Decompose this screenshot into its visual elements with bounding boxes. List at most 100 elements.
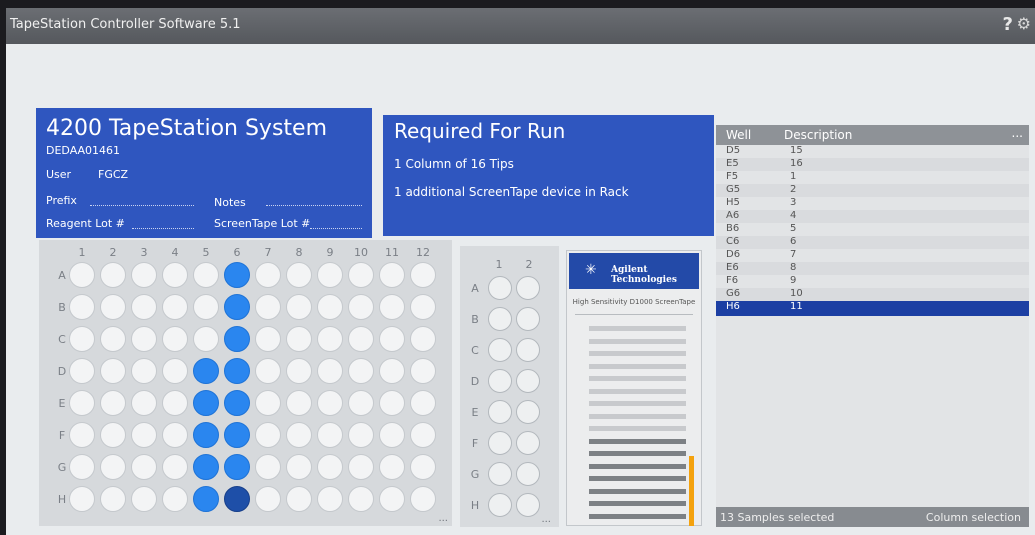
plate-well-g4[interactable] — [162, 454, 188, 480]
plate-well-b5[interactable] — [193, 294, 219, 320]
plate-well-c8[interactable] — [286, 326, 312, 352]
plate-well-f10[interactable] — [348, 422, 374, 448]
plate-well-b4[interactable] — [162, 294, 188, 320]
tip-well-f2[interactable] — [516, 431, 540, 455]
plate-well-d3[interactable] — [131, 358, 157, 384]
sample-row[interactable]: F6 9 — [716, 275, 1029, 288]
plate-well-e8[interactable] — [286, 390, 312, 416]
plate-well-e11[interactable] — [379, 390, 405, 416]
plate-well-c3[interactable] — [131, 326, 157, 352]
plate-well-b9[interactable] — [317, 294, 343, 320]
plate-well-e2[interactable] — [100, 390, 126, 416]
column-selection-button[interactable]: Column selection — [926, 511, 1021, 524]
tip-well-c1[interactable] — [488, 338, 512, 362]
table-more-icon[interactable]: ... — [1012, 126, 1023, 140]
tips-more-icon[interactable]: ... — [541, 514, 551, 525]
plate-well-a6[interactable] — [224, 262, 250, 288]
plate-well-c10[interactable] — [348, 326, 374, 352]
plate-well-g5[interactable] — [193, 454, 219, 480]
plate-well-e9[interactable] — [317, 390, 343, 416]
plate-well-g6[interactable] — [224, 454, 250, 480]
plate-well-a2[interactable] — [100, 262, 126, 288]
plate-well-b3[interactable] — [131, 294, 157, 320]
plate-well-g2[interactable] — [100, 454, 126, 480]
plate-more-icon[interactable]: ... — [438, 513, 448, 524]
sample-row[interactable]: C6 6 — [716, 236, 1029, 249]
help-icon[interactable]: ? — [1003, 14, 1013, 35]
plate-well-c5[interactable] — [193, 326, 219, 352]
plate-well-b10[interactable] — [348, 294, 374, 320]
tip-well-a1[interactable] — [488, 276, 512, 300]
plate-well-d11[interactable] — [379, 358, 405, 384]
plate-well-a9[interactable] — [317, 262, 343, 288]
tip-well-g1[interactable] — [488, 462, 512, 486]
tip-well-a2[interactable] — [516, 276, 540, 300]
plate-well-c6[interactable] — [224, 326, 250, 352]
plate-well-e1[interactable] — [69, 390, 95, 416]
settings-icon[interactable]: ⚙ — [1017, 14, 1031, 33]
plate-well-a7[interactable] — [255, 262, 281, 288]
plate-well-d1[interactable] — [69, 358, 95, 384]
plate-well-h3[interactable] — [131, 486, 157, 512]
plate-well-c7[interactable] — [255, 326, 281, 352]
plate-well-h10[interactable] — [348, 486, 374, 512]
plate-well-d8[interactable] — [286, 358, 312, 384]
plate-well-f1[interactable] — [69, 422, 95, 448]
tip-well-h1[interactable] — [488, 493, 512, 517]
plate-well-b8[interactable] — [286, 294, 312, 320]
plate-well-c1[interactable] — [69, 326, 95, 352]
plate-well-a12[interactable] — [410, 262, 436, 288]
plate-well-h4[interactable] — [162, 486, 188, 512]
tip-well-c2[interactable] — [516, 338, 540, 362]
prefix-input[interactable] — [90, 205, 194, 206]
plate-well-f2[interactable] — [100, 422, 126, 448]
tip-well-h2[interactable] — [516, 493, 540, 517]
plate-well-d10[interactable] — [348, 358, 374, 384]
plate-well-a10[interactable] — [348, 262, 374, 288]
plate-well-h5[interactable] — [193, 486, 219, 512]
plate-well-a5[interactable] — [193, 262, 219, 288]
reagent-lot-input[interactable] — [132, 228, 194, 229]
screentape-lot-input[interactable] — [310, 228, 362, 229]
plate-well-e3[interactable] — [131, 390, 157, 416]
plate-well-f5[interactable] — [193, 422, 219, 448]
sample-row[interactable]: E6 8 — [716, 262, 1029, 275]
column-header-well[interactable]: Well — [726, 128, 751, 142]
plate-well-g9[interactable] — [317, 454, 343, 480]
tip-well-e2[interactable] — [516, 400, 540, 424]
tip-well-f1[interactable] — [488, 431, 512, 455]
notes-input[interactable] — [266, 205, 362, 206]
sample-row[interactable]: A6 4 — [716, 210, 1029, 223]
plate-well-g1[interactable] — [69, 454, 95, 480]
plate-well-g10[interactable] — [348, 454, 374, 480]
tip-well-b2[interactable] — [516, 307, 540, 331]
plate-well-g8[interactable] — [286, 454, 312, 480]
plate-well-h2[interactable] — [100, 486, 126, 512]
plate-well-h7[interactable] — [255, 486, 281, 512]
plate-well-b11[interactable] — [379, 294, 405, 320]
plate-well-d12[interactable] — [410, 358, 436, 384]
tip-well-b1[interactable] — [488, 307, 512, 331]
plate-well-c2[interactable] — [100, 326, 126, 352]
plate-well-c9[interactable] — [317, 326, 343, 352]
plate-well-b1[interactable] — [69, 294, 95, 320]
plate-well-h1[interactable] — [69, 486, 95, 512]
plate-well-a8[interactable] — [286, 262, 312, 288]
plate-well-h8[interactable] — [286, 486, 312, 512]
plate-well-h11[interactable] — [379, 486, 405, 512]
plate-well-f4[interactable] — [162, 422, 188, 448]
tip-well-d1[interactable] — [488, 369, 512, 393]
plate-well-a11[interactable] — [379, 262, 405, 288]
tip-well-e1[interactable] — [488, 400, 512, 424]
column-header-description[interactable]: Description — [784, 128, 852, 142]
sample-row[interactable]: D5 15 — [716, 145, 1029, 158]
plate-well-e5[interactable] — [193, 390, 219, 416]
plate-well-a3[interactable] — [131, 262, 157, 288]
sample-row[interactable]: H5 3 — [716, 197, 1029, 210]
plate-well-d7[interactable] — [255, 358, 281, 384]
sample-row[interactable]: D6 7 — [716, 249, 1029, 262]
plate-well-f11[interactable] — [379, 422, 405, 448]
sample-row[interactable]: H6 11 — [716, 301, 1029, 316]
plate-well-e6[interactable] — [224, 390, 250, 416]
plate-well-c12[interactable] — [410, 326, 436, 352]
